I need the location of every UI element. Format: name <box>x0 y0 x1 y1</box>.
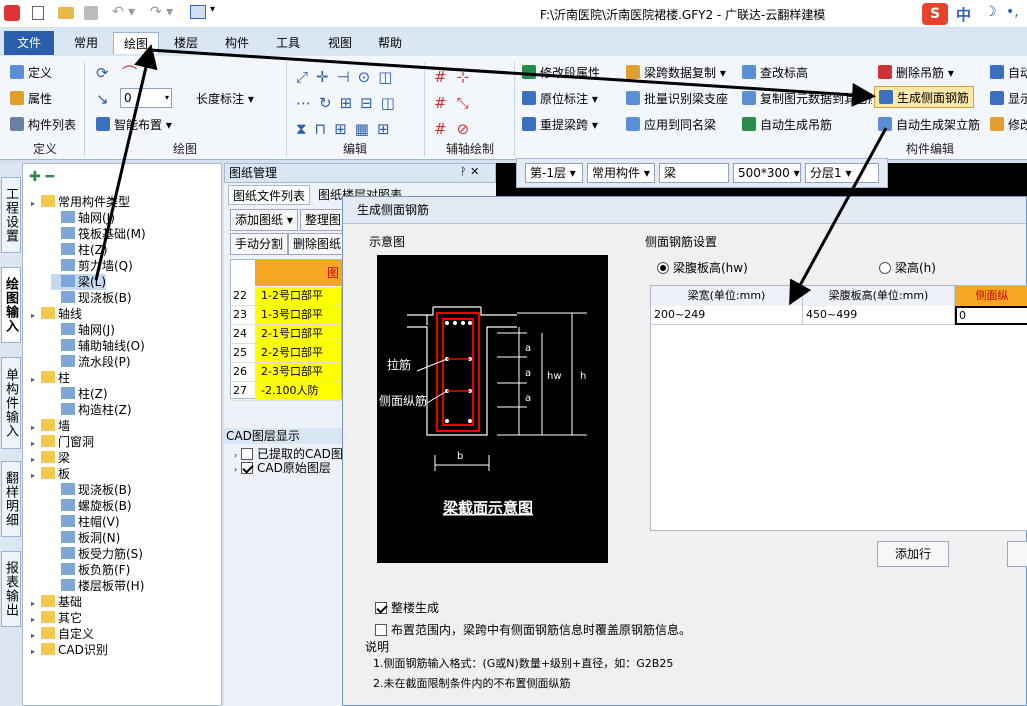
annotation-arrows <box>94 44 888 306</box>
